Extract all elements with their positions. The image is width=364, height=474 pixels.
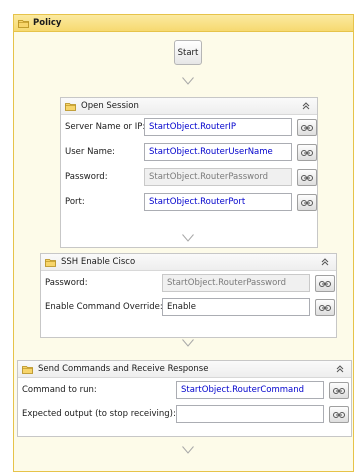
policy-header[interactable]: Policy xyxy=(14,15,353,32)
expression-editor-icon xyxy=(301,199,313,206)
ssh-password-field[interactable]: StartObject.RouterPassword xyxy=(162,274,310,292)
server-name-label: Server Name or IP: xyxy=(65,122,146,132)
expected-output-field[interactable] xyxy=(176,405,324,423)
expression-editor-button[interactable] xyxy=(297,144,317,161)
expression-editor-button[interactable] xyxy=(329,406,349,423)
send-commands-title: Send Commands and Receive Response xyxy=(38,364,209,374)
start-node[interactable]: Start xyxy=(174,40,202,65)
expression-editor-icon xyxy=(301,174,313,181)
collapse-chevron-icon[interactable] xyxy=(320,257,330,267)
port-field[interactable]: StartObject.RouterPort xyxy=(144,193,292,211)
enable-command-override-label: Enable Command Override: xyxy=(45,302,163,312)
expression-editor-icon xyxy=(333,411,345,418)
send-commands-activity[interactable]: Send Commands and Receive Response Comma… xyxy=(17,360,352,437)
flow-arrow-down-icon xyxy=(182,77,194,85)
user-name-field[interactable]: StartObject.RouterUserName xyxy=(144,143,292,161)
expression-editor-icon xyxy=(301,149,313,156)
open-session-header[interactable]: Open Session xyxy=(61,98,317,115)
ssh-enable-title: SSH Enable Cisco xyxy=(61,257,136,267)
send-commands-header[interactable]: Send Commands and Receive Response xyxy=(18,361,351,378)
expression-editor-icon xyxy=(319,304,331,311)
expression-editor-icon xyxy=(319,280,331,287)
password-label: Password: xyxy=(65,172,108,182)
expression-editor-button[interactable] xyxy=(297,119,317,136)
flow-arrow-down-icon xyxy=(182,446,194,454)
flow-arrow-down-icon xyxy=(182,234,194,242)
folder-icon xyxy=(18,19,29,28)
ssh-enable-activity[interactable]: SSH Enable Cisco Password: StartObject.R… xyxy=(40,253,337,338)
flow-arrow-down-icon xyxy=(182,339,194,347)
open-session-title: Open Session xyxy=(81,101,139,111)
enable-command-override-field[interactable]: Enable xyxy=(162,298,310,316)
server-name-field[interactable]: StartObject.RouterIP xyxy=(144,118,292,136)
expression-editor-icon xyxy=(333,387,345,394)
user-name-label: User Name: xyxy=(65,147,116,157)
ssh-password-label: Password: xyxy=(45,278,88,288)
collapse-chevron-icon[interactable] xyxy=(301,101,311,111)
command-to-run-label: Command to run: xyxy=(22,385,97,395)
expression-editor-button[interactable] xyxy=(315,275,335,292)
port-label: Port: xyxy=(65,197,85,207)
expression-editor-button[interactable] xyxy=(315,299,335,316)
policy-workflow-container: Policy Start Open Session Server Name or… xyxy=(13,14,354,472)
expression-editor-button[interactable] xyxy=(297,169,317,186)
folder-icon xyxy=(45,258,56,267)
expression-editor-icon xyxy=(301,124,313,131)
open-session-activity[interactable]: Open Session Server Name or IP: StartObj… xyxy=(60,97,318,248)
folder-icon xyxy=(22,365,33,374)
command-to-run-field[interactable]: StartObject.RouterCommand xyxy=(176,381,324,399)
collapse-chevron-icon[interactable] xyxy=(335,364,345,374)
password-field[interactable]: StartObject.RouterPassword xyxy=(144,168,292,186)
folder-icon xyxy=(65,102,76,111)
ssh-enable-header[interactable]: SSH Enable Cisco xyxy=(41,254,336,271)
expected-output-label: Expected output (to stop receiving): xyxy=(22,409,176,419)
expression-editor-button[interactable] xyxy=(297,194,317,211)
expression-editor-button[interactable] xyxy=(329,382,349,399)
policy-title: Policy xyxy=(33,18,62,28)
